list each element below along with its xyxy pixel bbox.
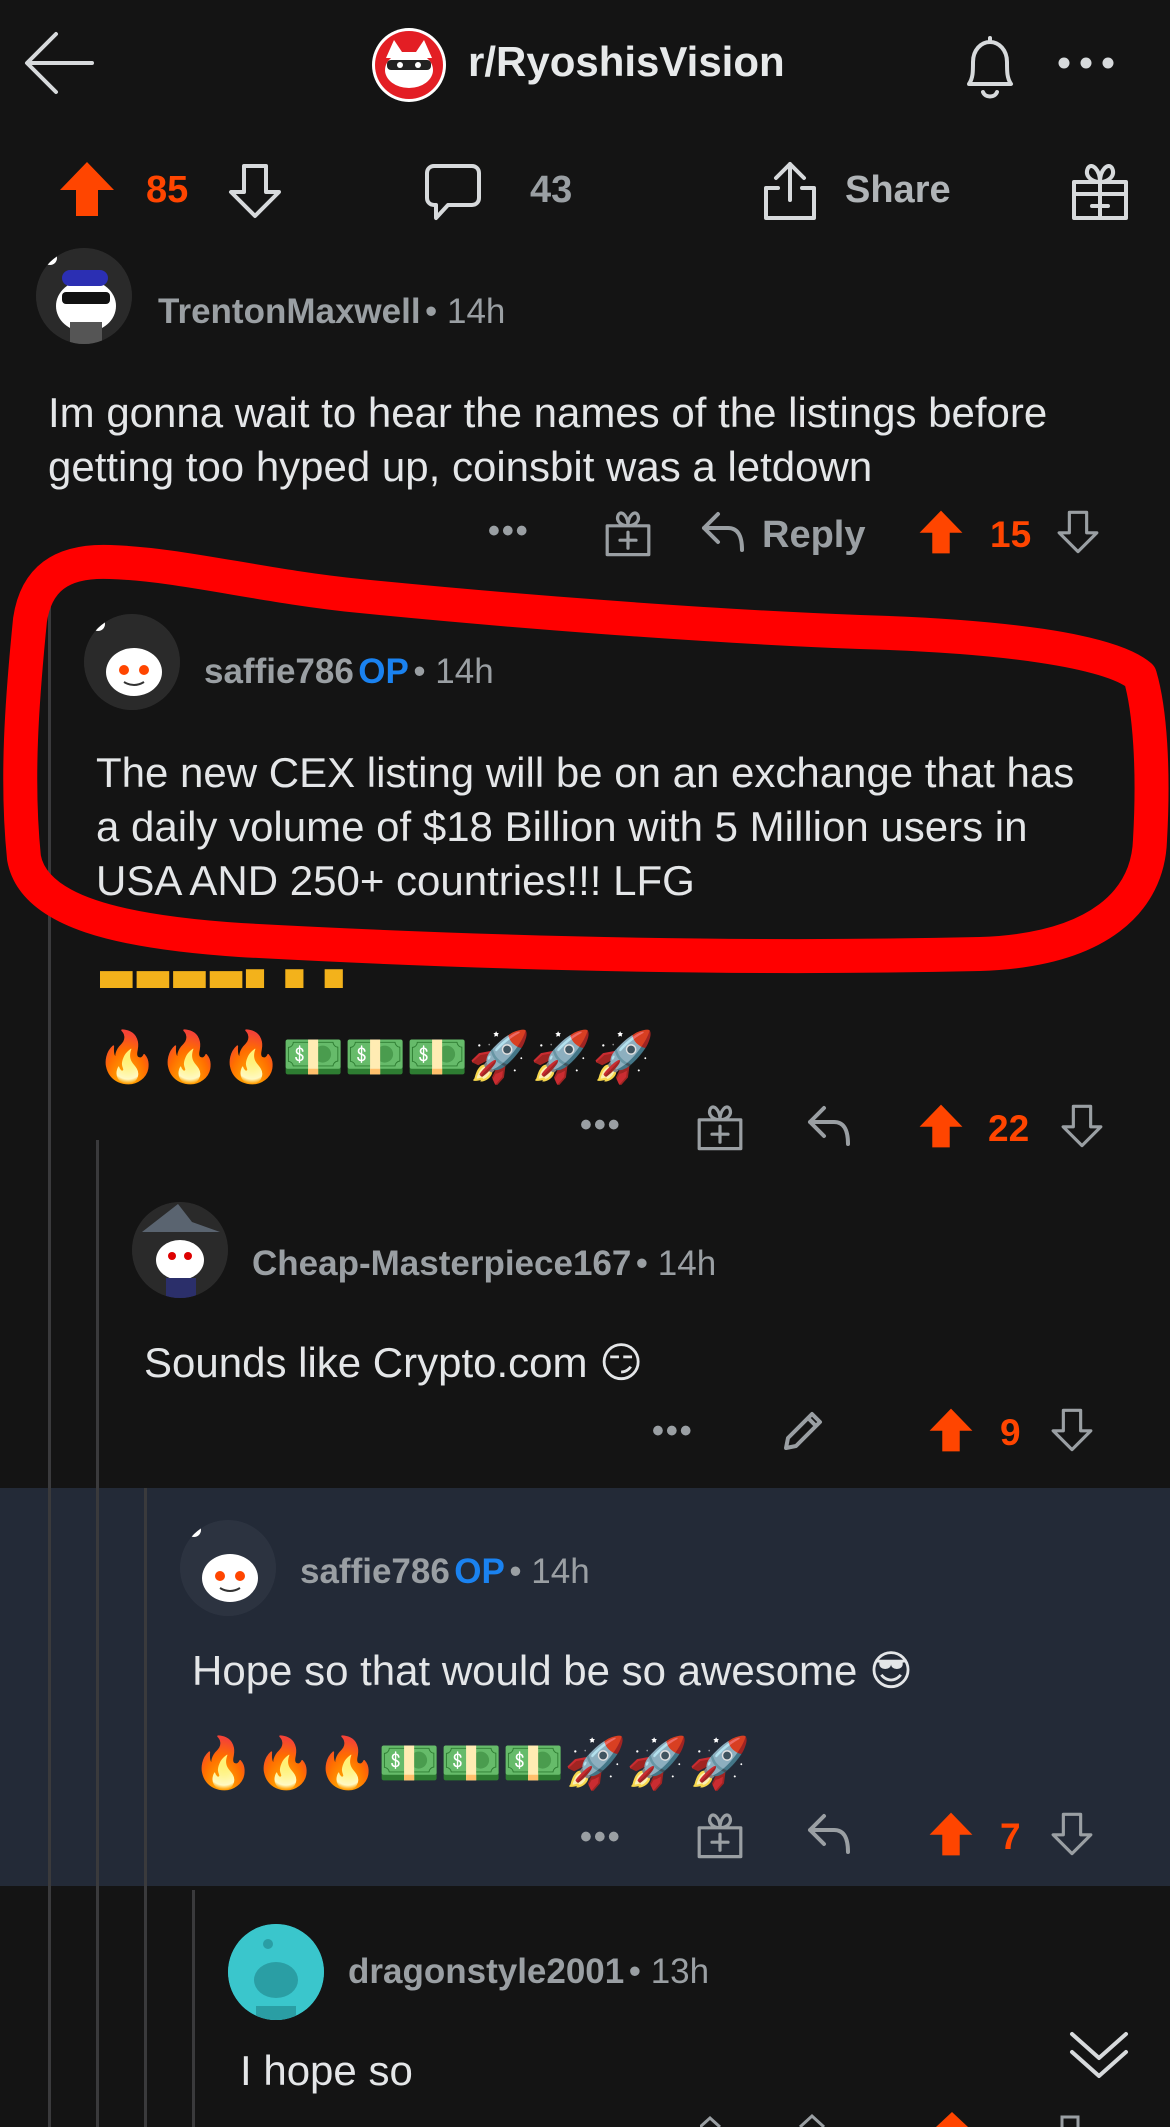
comment-header: saffie786 OP • 14h	[300, 1552, 590, 1592]
comment-timestamp: 13h	[650, 1952, 710, 1991]
comment-header: Cheap-Masterpiece167 • 14h	[252, 1244, 716, 1284]
thread-line	[48, 1488, 51, 1886]
more-options-icon[interactable]: •••	[580, 1818, 622, 1857]
downvote-icon[interactable]	[227, 162, 283, 220]
comment-icon[interactable]	[424, 162, 482, 224]
thread-line	[192, 1890, 195, 2127]
subreddit-name[interactable]: r/RyoshisVision	[468, 38, 785, 86]
emoji: 🚀	[592, 1029, 655, 1085]
separator-dot: •	[425, 292, 447, 331]
emoji: 🚀	[626, 1735, 689, 1791]
award-icon[interactable]	[696, 1810, 744, 1860]
emoji: 🚀	[564, 1735, 627, 1791]
comment-body: Hope so that would be so awesome 😎	[192, 1647, 913, 1694]
downvote-icon[interactable]	[1050, 1810, 1094, 1858]
user-avatar[interactable]	[132, 1202, 228, 1298]
comment-timestamp: 14h	[657, 1244, 717, 1283]
post-score: 85	[146, 169, 189, 211]
emoji: 💵	[282, 1029, 345, 1085]
emoji: 💵	[378, 1735, 441, 1791]
upvote-icon[interactable]	[58, 160, 116, 218]
emoji: 🚀	[530, 1029, 593, 1085]
emoji: 🔥	[96, 1029, 159, 1085]
comment-score: 22	[988, 1108, 1030, 1149]
chevron-down-icon[interactable]	[1068, 2028, 1130, 2082]
emoji-row: 🔥🔥🔥💵💵💵🚀🚀🚀	[192, 1732, 750, 1794]
more-options-icon[interactable]: •••	[580, 1106, 622, 1145]
award-icon[interactable]	[696, 1102, 744, 1152]
emoji: 🔥	[158, 1029, 221, 1085]
emoji: 💵	[502, 1735, 565, 1791]
bell-icon[interactable]	[955, 32, 1025, 104]
emoji-row: 🔥🔥🔥💵💵💵🚀🚀🚀	[96, 1026, 654, 1088]
comment-body: Sounds like Crypto.com 😏	[144, 1339, 643, 1386]
emoji: 💵	[440, 1735, 503, 1791]
thread-line	[96, 1488, 99, 1886]
comment-username[interactable]: TrentonMaxwell	[158, 292, 421, 331]
emoji: 🔥	[192, 1735, 255, 1791]
op-badge: OP	[454, 1552, 505, 1591]
more-options-icon[interactable]: •••	[652, 1412, 694, 1451]
emoji: 🔥	[220, 1029, 283, 1085]
back-arrow-icon[interactable]	[22, 28, 96, 98]
comment-username[interactable]: saffie786	[300, 1552, 450, 1591]
share-icon[interactable]	[760, 160, 820, 222]
downvote-icon[interactable]	[1050, 1406, 1094, 1454]
emoji: 💵	[344, 1029, 407, 1085]
comment-timestamp: 14h	[447, 292, 506, 331]
comment-timestamp: 14h	[531, 1552, 590, 1591]
more-options-icon[interactable]	[1056, 56, 1116, 70]
comment-body: Im gonna wait to hear the names of the l…	[48, 389, 1048, 490]
top-bar: r/RyoshisVision 85 43 Share	[0, 0, 1170, 220]
user-avatar[interactable]	[180, 1520, 276, 1616]
separator-dot: •	[635, 1244, 658, 1283]
award-icon[interactable]	[1070, 160, 1130, 222]
separator-dot: •	[628, 1952, 651, 1991]
emoji: 🚀	[468, 1029, 531, 1085]
emoji: 💵	[406, 1029, 469, 1085]
upvote-icon[interactable]	[928, 1810, 974, 1858]
edit-pencil-icon[interactable]	[780, 1406, 828, 1454]
upvote-icon[interactable]	[928, 1406, 974, 1454]
reply-icon[interactable]	[806, 1812, 852, 1856]
comment-body: I hope so	[240, 2047, 413, 2094]
thread-line	[144, 1488, 147, 1886]
user-avatar[interactable]	[228, 1924, 324, 2020]
comment-score: 9	[1000, 1412, 1021, 1453]
upvote-icon[interactable]	[918, 1102, 964, 1150]
comment-username[interactable]: dragonstyle2001	[348, 1952, 624, 1991]
comment-score: 7	[1000, 1816, 1021, 1857]
emoji: 🚀	[688, 1735, 751, 1791]
share-button[interactable]: Share	[845, 169, 951, 212]
comment-username[interactable]: Cheap-Masterpiece167	[252, 1244, 631, 1283]
subreddit-avatar[interactable]	[372, 28, 446, 102]
comment-header: TrentonMaxwell • 14h	[158, 292, 505, 332]
user-avatar[interactable]	[36, 248, 132, 344]
emoji: 🔥	[316, 1735, 379, 1791]
partially-visible-action-row	[700, 2112, 1120, 2127]
comment-header: dragonstyle2001 • 13h	[348, 1952, 709, 1992]
red-highlight-annotation	[0, 540, 1170, 980]
separator-dot: •	[509, 1552, 532, 1591]
comment-count: 43	[530, 169, 573, 211]
reply-icon[interactable]	[806, 1104, 852, 1148]
downvote-icon[interactable]	[1060, 1102, 1104, 1150]
emoji: 🔥	[254, 1735, 317, 1791]
